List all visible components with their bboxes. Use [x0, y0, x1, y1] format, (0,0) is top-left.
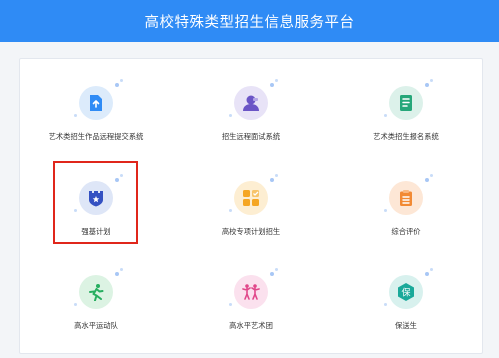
tile-label: 艺术类招生作品远程提交系统	[48, 132, 144, 141]
interview-person-icon	[234, 86, 268, 120]
tile-label: 高水平艺术团	[229, 321, 273, 330]
tile-label: 艺术类招生报名系统	[373, 132, 439, 141]
tile-high-level-sports-team[interactable]: 高水平运动队	[21, 258, 171, 348]
selected-tile-highlight	[53, 161, 138, 244]
tile-special-program[interactable]: 高校专项计划招生	[176, 164, 326, 254]
tile-recommended-admission[interactable]: 保 保送生	[331, 258, 481, 348]
grid-apps-icon	[234, 181, 268, 215]
tile-label: 综合评价	[391, 227, 421, 236]
upload-document-icon	[79, 86, 113, 120]
tile-label: 高水平运动队	[74, 321, 118, 330]
clipboard-icon	[389, 181, 423, 215]
tile-label: 保送生	[395, 321, 417, 330]
tile-comprehensive-evaluation[interactable]: 综合评价	[331, 164, 481, 254]
header-bar: 高校特殊类型招生信息服务平台	[0, 0, 499, 42]
tile-high-level-art-troupe[interactable]: 高水平艺术团	[176, 258, 326, 348]
registration-form-icon	[389, 86, 423, 120]
tile-label: 招生远程面试系统	[221, 132, 281, 141]
recommend-badge-icon: 保	[389, 275, 423, 309]
page-title: 高校特殊类型招生信息服务平台	[144, 14, 355, 31]
running-athlete-icon	[79, 275, 113, 309]
tile-art-registration[interactable]: 艺术类招生报名系统	[331, 69, 481, 159]
tile-remote-interview[interactable]: 招生远程面试系统	[176, 69, 326, 159]
svg-text:保: 保	[401, 287, 410, 299]
tile-label: 高校专项计划招生	[221, 227, 281, 236]
tile-art-works-submission[interactable]: 艺术类招生作品远程提交系统	[21, 69, 171, 159]
dancers-icon	[234, 275, 268, 309]
